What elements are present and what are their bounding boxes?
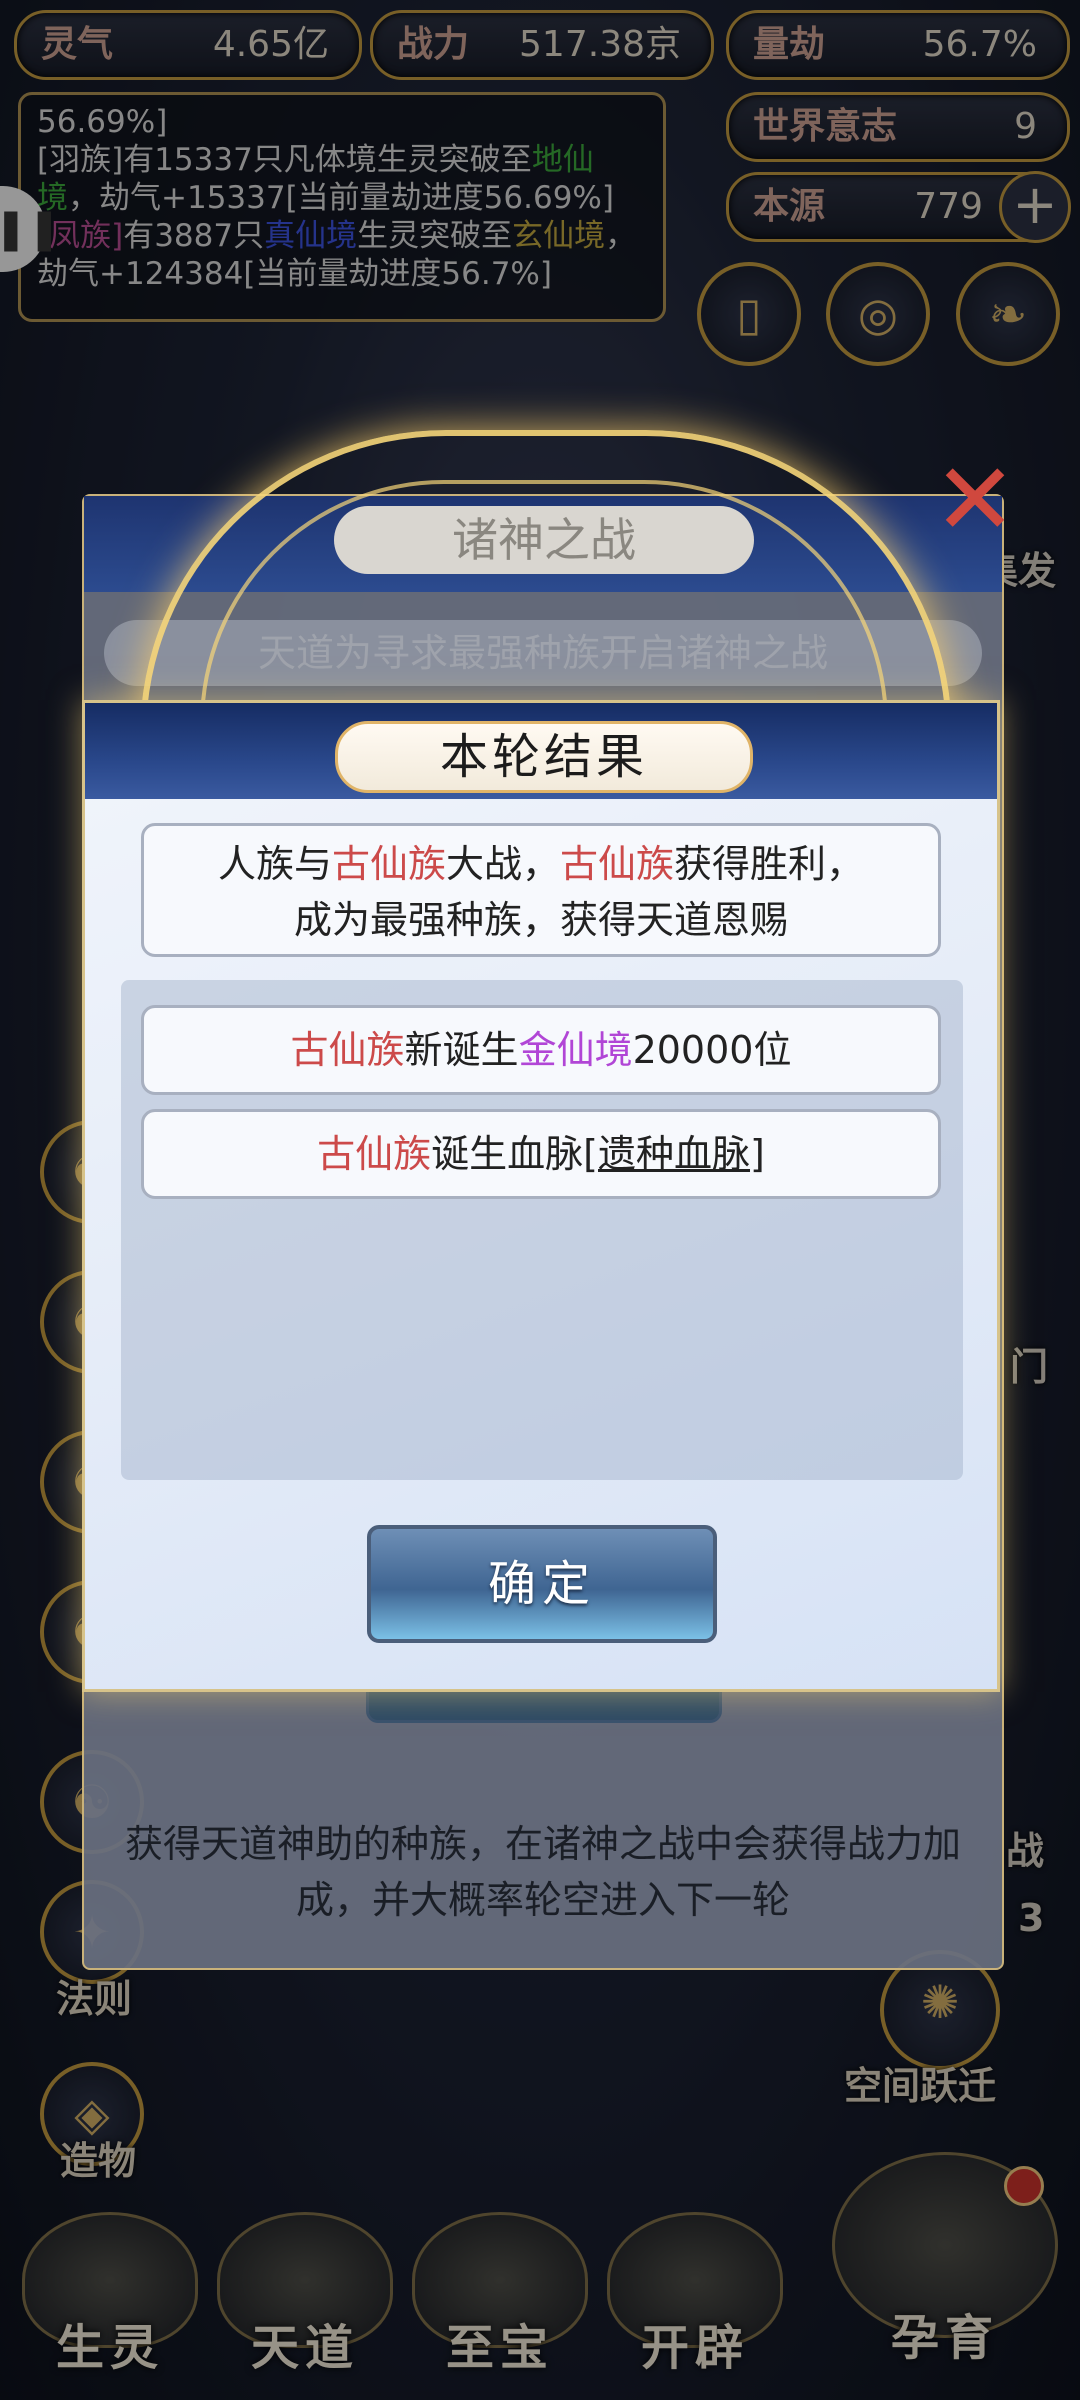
reward-item: 古仙族诞生血脉[遗种血脉] — [141, 1109, 941, 1199]
summary-line: 人族与古仙族大战，古仙族获得胜利， — [144, 836, 938, 892]
summary-text: 大战， — [445, 842, 560, 886]
bloodline-link[interactable]: 遗种血脉 — [598, 1132, 750, 1176]
race-name: 古仙族 — [317, 1132, 432, 1176]
confirm-button[interactable]: 确定 — [367, 1525, 717, 1643]
reward-text: 20000位 — [632, 1028, 792, 1072]
reward-item: 古仙族新诞生金仙境20000位 — [141, 1005, 941, 1095]
summary-text: 人族与 — [217, 842, 332, 886]
round-result-dialog: 本轮结果 人族与古仙族大战，古仙族获得胜利， 成为最强种族，获得天道恩赐 古仙族… — [82, 700, 1000, 1692]
close-icon[interactable]: ✕ — [930, 450, 1020, 550]
reward-text: 新诞生 — [404, 1028, 519, 1072]
race-name: 古仙族 — [290, 1028, 405, 1072]
battle-summary: 人族与古仙族大战，古仙族获得胜利， 成为最强种族，获得天道恩赐 — [141, 823, 941, 957]
race-name: 古仙族 — [560, 842, 675, 886]
summary-text: 获得胜利， — [674, 842, 865, 886]
dialog-description: 获得天道神助的种族，在诸神之战中会获得战力加成，并大概率轮空进入下一轮 — [124, 1822, 961, 1922]
realm-name: 金仙境 — [518, 1028, 633, 1072]
bracket: [ — [583, 1132, 598, 1176]
reward-text: 诞生血脉 — [431, 1132, 584, 1176]
bracket: ] — [750, 1132, 765, 1176]
summary-line: 成为最强种族，获得天道恩赐 — [293, 898, 788, 942]
dialog-title: 本轮结果 — [335, 721, 753, 793]
race-name: 古仙族 — [331, 842, 446, 886]
